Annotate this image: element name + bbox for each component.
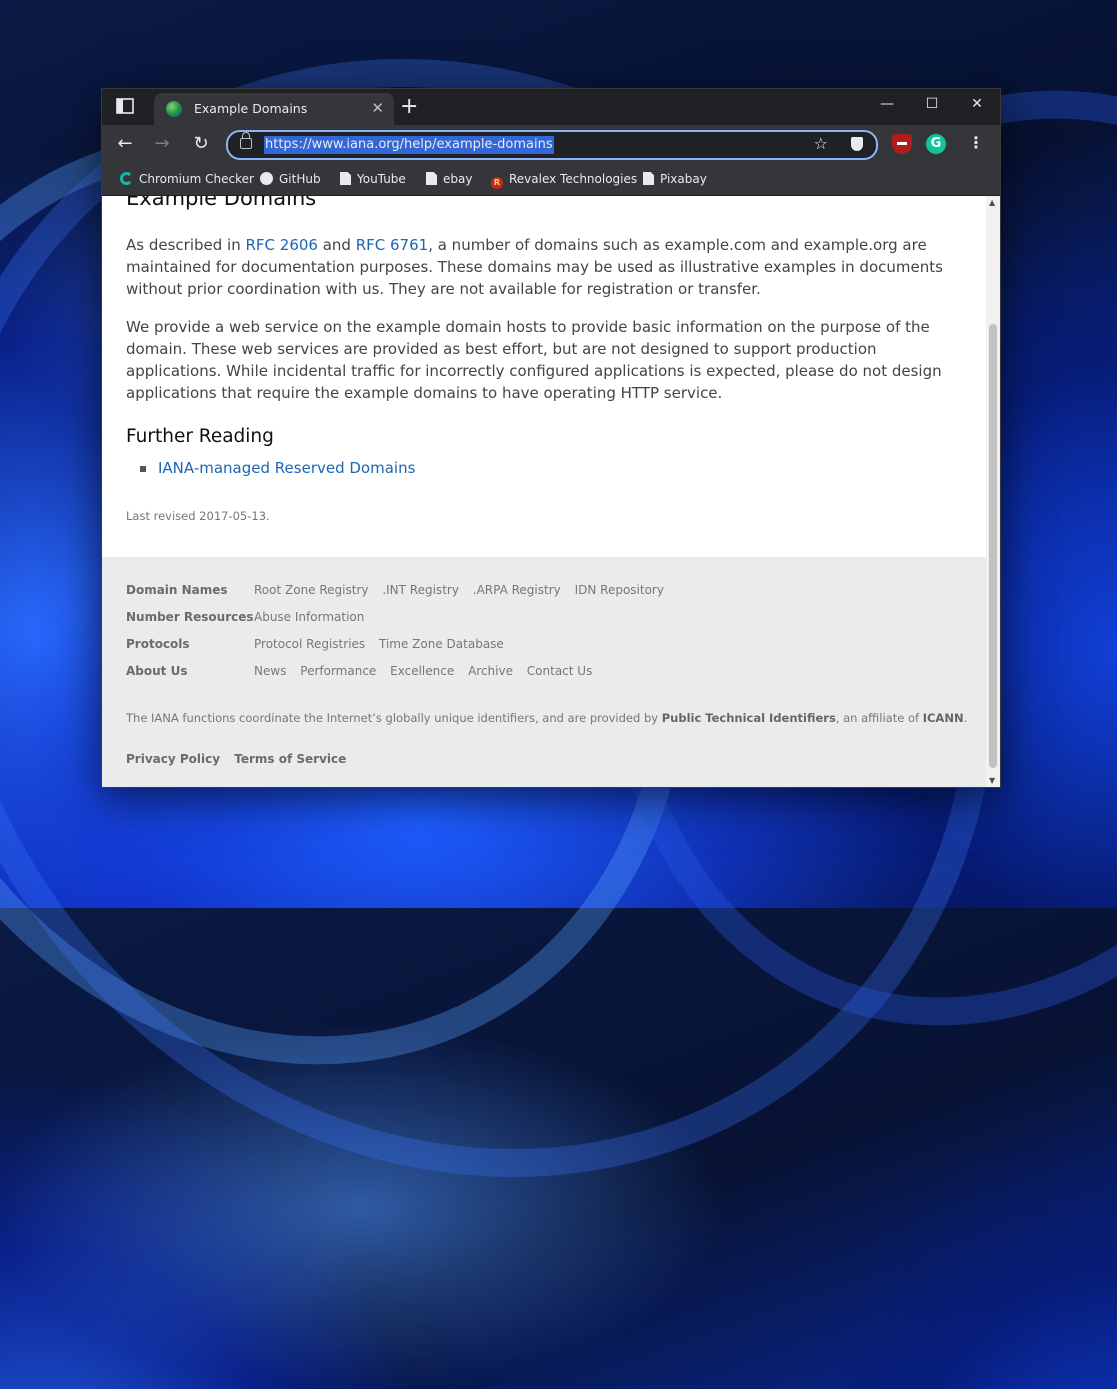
list-item: IANA-managed Reserved Domains: [140, 459, 956, 477]
intro-text: and: [317, 236, 356, 254]
footer-link[interactable]: Protocol Registries: [254, 637, 365, 651]
page-icon: [643, 172, 654, 185]
bookmark-pixabay[interactable]: Pixabay: [643, 172, 707, 186]
chromium-checker-icon: [120, 172, 133, 185]
footer-link[interactable]: Excellence: [390, 664, 454, 678]
footer-link[interactable]: IDN Repository: [575, 583, 664, 597]
reload-button[interactable]: ↻: [188, 131, 214, 157]
github-icon: [260, 172, 273, 185]
footer-note-text: The IANA functions coordinate the Intern…: [126, 711, 662, 725]
bookmark-label: YouTube: [357, 172, 406, 186]
globe-icon: [166, 101, 182, 117]
service-paragraph: We provide a web service on the example …: [126, 318, 942, 402]
new-tab-button[interactable]: +: [400, 93, 418, 121]
last-revised: Last revised 2017-05-13.: [126, 509, 270, 523]
page-icon: [340, 172, 351, 185]
terms-of-service-link[interactable]: Terms of Service: [234, 752, 346, 766]
footer-heading[interactable]: Domain Names: [126, 583, 254, 597]
url-text[interactable]: https://www.iana.org/help/example-domain…: [264, 136, 554, 154]
main-content: Example Domains As described in RFC 2606…: [126, 196, 956, 523]
rfc-2606-link[interactable]: RFC 2606: [245, 236, 317, 254]
bookmark-revalex[interactable]: R Revalex Technologies: [491, 172, 637, 189]
bookmark-youtube[interactable]: YouTube: [340, 172, 406, 186]
vertical-scrollbar[interactable]: ▲ ▼: [986, 196, 1000, 787]
further-reading-heading: Further Reading: [126, 426, 274, 447]
footer-link[interactable]: .ARPA Registry: [473, 583, 561, 597]
forward-button[interactable]: →: [149, 131, 175, 157]
bookmark-label: GitHub: [279, 172, 321, 186]
page-viewport[interactable]: Example Domains As described in RFC 2606…: [102, 196, 986, 787]
bookmark-github[interactable]: GitHub: [260, 172, 321, 186]
bookmark-ebay[interactable]: ebay: [426, 172, 472, 186]
browser-menu-icon[interactable]: ⋮: [968, 133, 984, 152]
footer-link[interactable]: Time Zone Database: [379, 637, 504, 651]
footer-note-text: , an affiliate of: [835, 711, 923, 725]
footer-legal: Privacy Policy Terms of Service: [126, 752, 356, 766]
toolbar: ← → ↻ https://www.iana.org/help/example-…: [102, 125, 1000, 163]
side-panel-icon[interactable]: [116, 98, 134, 114]
tab-close-icon[interactable]: ✕: [371, 99, 384, 117]
rfc-6761-link[interactable]: RFC 6761: [356, 236, 428, 254]
grammarly-extension-icon[interactable]: G: [926, 134, 946, 154]
shield-icon[interactable]: [851, 137, 863, 151]
bookmark-label: Chromium Checker: [139, 172, 254, 186]
bookmark-label: ebay: [443, 172, 473, 186]
footer-note-text: .: [963, 711, 968, 725]
intro-paragraph: As described in RFC 2606 and RFC 6761, a…: [126, 234, 956, 300]
footer-link[interactable]: News: [254, 664, 286, 678]
bookmark-label: Pixabay: [660, 172, 707, 186]
footer-note: The IANA functions coordinate the Intern…: [126, 711, 967, 725]
reserved-domains-link[interactable]: IANA-managed Reserved Domains: [158, 459, 415, 477]
tab-example-domains[interactable]: Example Domains ✕: [154, 93, 394, 125]
further-reading-list: IANA-managed Reserved Domains: [126, 459, 956, 477]
pti-link[interactable]: Public Technical Identifiers: [662, 711, 836, 725]
ublock-extension-icon[interactable]: [892, 134, 912, 154]
bookmark-label: Revalex Technologies: [509, 172, 638, 186]
footer-link[interactable]: Root Zone Registry: [254, 583, 369, 597]
footer-link[interactable]: Performance: [300, 664, 376, 678]
bookmarks-bar: Chromium Checker GitHub YouTube ebay R Re…: [102, 163, 1000, 196]
footer-link[interactable]: Contact Us: [527, 664, 593, 678]
intro-text: As described in: [126, 236, 246, 254]
site-footer: Domain Names Root Zone Registry .INT Reg…: [102, 557, 986, 787]
footer-heading[interactable]: Number Resources: [126, 610, 254, 624]
icann-link[interactable]: ICANN: [923, 711, 964, 725]
minimize-button[interactable]: —: [864, 89, 910, 119]
lock-icon[interactable]: [240, 132, 252, 149]
scrollbar-thumb[interactable]: [989, 324, 997, 768]
tab-strip: Example Domains ✕ + — ☐ ✕: [102, 89, 1000, 125]
footer-link[interactable]: Archive: [468, 664, 513, 678]
scroll-up-arrow-icon[interactable]: ▲: [989, 198, 995, 207]
scroll-down-arrow-icon[interactable]: ▼: [989, 776, 995, 785]
back-button[interactable]: ←: [112, 131, 138, 157]
browser-window: Example Domains ✕ + — ☐ ✕ ← → ↻ https://…: [101, 88, 1001, 788]
footer-heading[interactable]: About Us: [126, 664, 254, 678]
footer-link[interactable]: .INT Registry: [382, 583, 459, 597]
page-icon: [426, 172, 437, 185]
page-title: Example Domains: [126, 196, 317, 210]
bookmark-star-icon[interactable]: ☆: [814, 134, 828, 153]
tab-title: Example Domains: [194, 101, 308, 116]
address-bar[interactable]: https://www.iana.org/help/example-domain…: [226, 130, 878, 160]
maximize-button[interactable]: ☐: [909, 89, 955, 119]
privacy-policy-link[interactable]: Privacy Policy: [126, 752, 220, 766]
footer-link[interactable]: Abuse Information: [254, 610, 364, 624]
revalex-icon: R: [491, 177, 503, 189]
close-window-button[interactable]: ✕: [954, 89, 1000, 119]
bookmark-chromium-checker[interactable]: Chromium Checker: [120, 172, 254, 186]
footer-heading[interactable]: Protocols: [126, 637, 254, 651]
